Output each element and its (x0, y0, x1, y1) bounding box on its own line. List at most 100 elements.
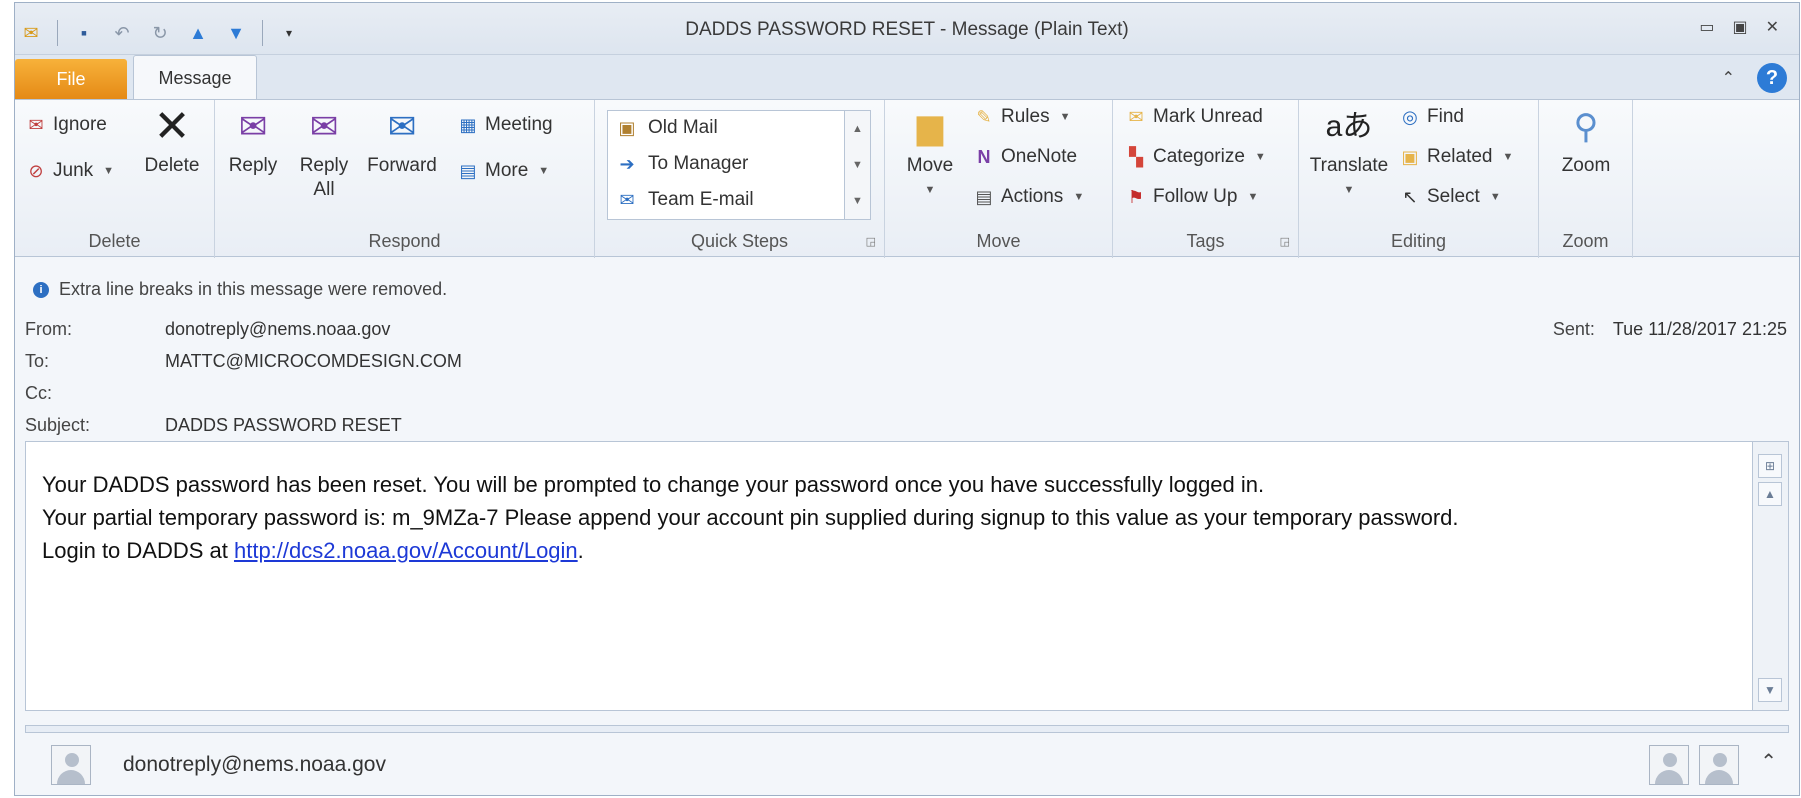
categorize-button[interactable]: ▚ Categorize ▼ (1125, 146, 1266, 168)
quick-step-item[interactable]: ▣ Old Mail (616, 117, 717, 139)
info-text: Extra line breaks in this message were r… (59, 279, 448, 299)
magnifier-icon: ⚲ (1573, 108, 1599, 146)
chevron-down-icon: ▼ (1073, 191, 1085, 203)
vertical-scrollbar[interactable]: ⊞ ▲ ▼ (1753, 441, 1789, 711)
from-value[interactable]: donotreply@nems.noaa.gov (165, 319, 390, 340)
chevron-down-icon: ▼ (1059, 111, 1071, 123)
people-pane: donotreply@nems.noaa.gov ⌃ (15, 737, 1799, 797)
body-line: Your partial temporary password is: m_9M… (42, 505, 1459, 530)
scroll-down-icon[interactable]: ▼ (1758, 678, 1782, 702)
group-label-delete: Delete (88, 231, 141, 251)
group-label-move: Move (976, 231, 1021, 251)
more-button[interactable]: ▤ More ▼ (457, 160, 549, 182)
maximize-icon[interactable]: ▣ (1732, 17, 1747, 37)
title-bar: ✉ ▪ ↶ ↻ ▲ ▼ ▾ DADDS PASSWORD RESET - Mes… (15, 3, 1799, 55)
junk-button[interactable]: ⊘ Junk ▼ (25, 160, 114, 182)
collapse-ribbon-icon[interactable]: ⌃ (1722, 68, 1735, 88)
flag-icon: ⚑ (1127, 186, 1145, 207)
chevron-down-icon: ▼ (924, 184, 936, 196)
avatar[interactable] (51, 745, 91, 785)
reply-all-button[interactable]: ✉ Reply All (289, 100, 359, 202)
cc-label: Cc: (25, 383, 52, 403)
delete-button[interactable]: ✕ Delete (135, 100, 209, 178)
zoom-button[interactable]: ⚲ Zoom (1549, 100, 1623, 178)
group-tags: ✉ Mark Unread ▚ Categorize ▼ ⚑ Follow Up… (1113, 100, 1299, 258)
group-label-zoom: Zoom (1562, 231, 1609, 251)
dialog-launcher-icon[interactable]: ◲ (866, 235, 876, 248)
ribbon-tab-row: File Message ⌃ ? (15, 55, 1799, 100)
tab-file[interactable]: File (15, 59, 127, 99)
find-button[interactable]: ◎ Find (1399, 106, 1464, 128)
help-icon[interactable]: ? (1757, 63, 1787, 93)
translate-icon: aあ (1325, 110, 1373, 143)
reply-icon: ✉ (238, 108, 268, 146)
move-button[interactable]: ▆ Move ▼ (893, 100, 967, 202)
to-label: To: (25, 351, 50, 371)
window-title: DADDS PASSWORD RESET - Message (Plain Te… (685, 19, 1129, 40)
onenote-icon: N (977, 146, 991, 167)
select-button[interactable]: ↖ Select ▼ (1399, 186, 1500, 208)
scroll-options-icon[interactable]: ⊞ (1758, 454, 1782, 478)
scroll-down-icon[interactable]: ▼ (852, 159, 863, 171)
quick-step-item[interactable]: ✉ Team E-mail (616, 189, 753, 211)
info-icon: i (33, 281, 49, 298)
reply-button[interactable]: ✉ Reply (221, 100, 285, 178)
old-mail-icon: ▣ (618, 117, 636, 138)
scroll-up-icon[interactable]: ▲ (852, 123, 863, 135)
rules-icon: ✎ (976, 106, 992, 127)
quick-steps-scroll: ▲ ▼ ▼ (845, 110, 871, 220)
delete-x-icon: ✕ (153, 102, 191, 151)
message-body[interactable]: Your DADDS password has been reset. You … (25, 441, 1753, 711)
forward-button[interactable]: ✉ Forward (359, 100, 445, 178)
expand-gallery-icon[interactable]: ▼ (852, 195, 863, 207)
junk-icon: ⊘ (28, 160, 44, 181)
categorize-icon: ▚ (1129, 146, 1143, 167)
onenote-button[interactable]: N OneNote (973, 146, 1078, 168)
ribbon: ✉ Ignore ⊘ Junk ▼ ✕ Delete Delete ✉ Repl… (15, 99, 1799, 258)
chevron-up-icon[interactable]: ⌃ (1760, 749, 1777, 774)
ignore-icon: ✉ (28, 114, 44, 135)
chevron-down-icon: ▼ (1343, 184, 1355, 196)
reply-all-icon: ✉ (309, 108, 339, 146)
translate-button[interactable]: aあ Translate ▼ (1303, 100, 1395, 202)
chevron-down-icon: ▼ (538, 165, 550, 177)
actions-icon: ▤ (975, 186, 993, 207)
ignore-button[interactable]: ✉ Ignore (25, 114, 106, 136)
chevron-down-icon: ▼ (1247, 191, 1259, 203)
to-value[interactable]: MATTC@MICROCOMDESIGN.COM (165, 351, 462, 372)
outlook-message-window: ✉ ▪ ↶ ↻ ▲ ▼ ▾ DADDS PASSWORD RESET - Mes… (14, 2, 1800, 796)
actions-button[interactable]: ▤ Actions ▼ (973, 186, 1084, 208)
minimize-icon[interactable]: ▭ (1699, 17, 1714, 37)
mark-unread-button[interactable]: ✉ Mark Unread (1125, 106, 1262, 128)
people-pane-name[interactable]: donotreply@nems.noaa.gov (123, 753, 386, 777)
meeting-button[interactable]: ▦ Meeting (457, 114, 552, 136)
quick-step-item[interactable]: ➔ To Manager (616, 153, 748, 175)
people-pane-splitter[interactable] (25, 725, 1789, 733)
avatar-small-1[interactable] (1649, 745, 1689, 785)
follow-up-button[interactable]: ⚑ Follow Up ▼ (1125, 186, 1258, 208)
subject-label: Subject: (25, 415, 91, 435)
sent-info: Sent: Tue 11/28/2017 21:25 (1553, 319, 1787, 340)
group-label-editing: Editing (1390, 231, 1447, 251)
close-icon[interactable]: ✕ (1766, 17, 1779, 37)
mark-unread-icon: ✉ (1128, 106, 1144, 127)
body-line: Your DADDS password has been reset. You … (42, 472, 1265, 497)
chevron-down-icon: ▼ (1502, 151, 1514, 163)
tab-message[interactable]: Message (133, 55, 257, 100)
cursor-icon: ↖ (1402, 186, 1418, 207)
avatar-small-2[interactable] (1699, 745, 1739, 785)
subject-value: DADDS PASSWORD RESET (165, 415, 402, 435)
from-label: From: (25, 319, 72, 339)
window-controls: ▭ ▣ ✕ (1699, 17, 1779, 37)
related-button[interactable]: ▣ Related ▼ (1399, 146, 1513, 168)
more-icon: ▤ (459, 160, 477, 181)
rules-button[interactable]: ✎ Rules ▼ (973, 106, 1070, 128)
info-bar: i Extra line breaks in this message were… (33, 279, 447, 300)
dialog-launcher-icon[interactable]: ◲ (1280, 235, 1290, 248)
login-link[interactable]: http://dcs2.noaa.gov/Account/Login (234, 538, 578, 563)
ribbon-right-controls: ⌃ ? (1722, 63, 1787, 93)
group-move: ▆ Move ▼ ✎ Rules ▼ N OneNote ▤ Actions ▼… (885, 100, 1113, 258)
binoculars-icon: ◎ (1402, 106, 1418, 127)
scroll-up-icon[interactable]: ▲ (1758, 482, 1782, 506)
forward-icon: ✉ (387, 108, 417, 146)
